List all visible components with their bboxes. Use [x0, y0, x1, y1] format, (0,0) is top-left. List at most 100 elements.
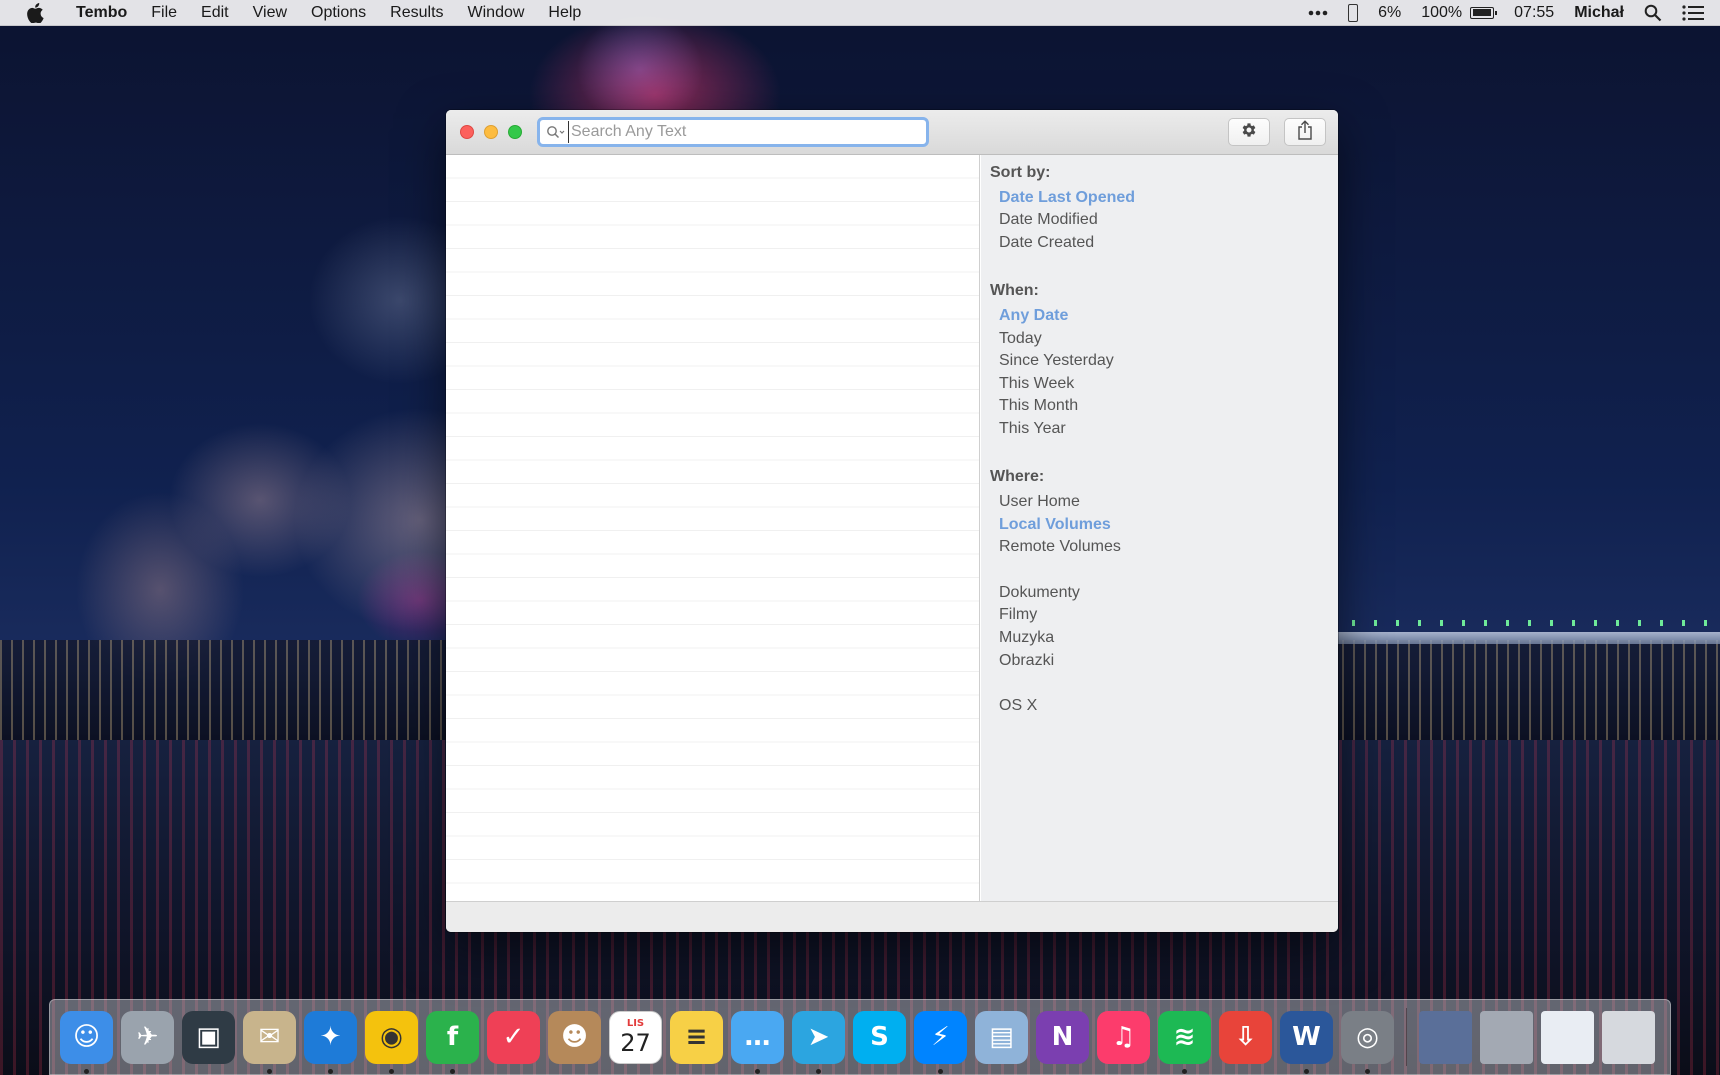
when-option-since-yesterday[interactable]: Since Yesterday — [999, 352, 1114, 370]
search-input[interactable] — [568, 121, 908, 143]
phone-icon[interactable] — [1338, 0, 1368, 26]
running-indicator — [938, 1068, 943, 1074]
sort-option-date-last-opened[interactable]: Date Last Opened — [999, 189, 1135, 207]
sort-option-date-modified[interactable]: Date Modified — [999, 211, 1098, 229]
menu-window[interactable]: Window — [456, 0, 537, 26]
spotlight-search-icon[interactable] — [1634, 0, 1672, 26]
dock-feedly-icon[interactable]: f — [426, 1010, 479, 1074]
dock-contacts-icon[interactable]: ☻ — [548, 1010, 601, 1064]
dock-calendar-icon[interactable]: LIS 27 — [609, 1010, 662, 1064]
menu-file[interactable]: File — [139, 0, 189, 26]
launchpad-glyph: ✈ — [136, 1022, 159, 1052]
where-option-remote-volumes[interactable]: Remote Volumes — [999, 538, 1121, 556]
transmit-glyph: ⇩ — [1234, 1022, 1257, 1052]
running-indicator — [1365, 1068, 1370, 1074]
where-heading: Where: — [990, 468, 1045, 485]
dock: ☺ ✈ ▣ ✉ ✦ ◉ f ✓ ☻ LIS 27 ≡ … ➤ S ⚡ ▤ N ♫ ≋ ⇩ W ◎ — [49, 999, 1671, 1075]
window-minimize-button[interactable] — [484, 125, 498, 139]
share-icon — [1297, 119, 1313, 145]
dock-chrome-icon[interactable]: ◉ — [365, 1010, 418, 1074]
dock-notes-icon[interactable]: ≡ — [670, 1010, 723, 1064]
menu-help[interactable]: Help — [536, 0, 593, 26]
running-indicator — [816, 1068, 821, 1074]
when-option-this-year[interactable]: This Year — [999, 420, 1066, 438]
menu-edit[interactable]: Edit — [189, 0, 241, 26]
pocket-glyph: ✓ — [502, 1022, 525, 1052]
when-option-any-date[interactable]: Any Date — [999, 307, 1068, 325]
dock-photo-booth-icon[interactable]: ▣ — [182, 1010, 235, 1064]
safari-glyph: ✦ — [319, 1022, 342, 1052]
search-icon[interactable] — [546, 123, 568, 141]
window-close-button[interactable] — [460, 125, 474, 139]
dock-pocket-icon[interactable]: ✓ — [487, 1010, 540, 1064]
dock-grab-icon[interactable]: ◎ — [1341, 1010, 1394, 1074]
telegram-glyph: ➤ — [807, 1022, 830, 1052]
messenger-glyph: ⚡ — [931, 1022, 950, 1052]
spotify-glyph: ≋ — [1173, 1022, 1196, 1052]
apple-menu-icon[interactable] — [22, 0, 48, 26]
running-indicator — [450, 1068, 455, 1074]
filter-sidebar: Sort by: Date Last Opened Date Modified … — [981, 155, 1338, 901]
dock-telegram-icon[interactable]: ➤ — [792, 1010, 845, 1074]
dock-transmit-icon[interactable]: ⇩ — [1219, 1010, 1272, 1064]
dock-mail-icon[interactable]: ✉ — [243, 1010, 296, 1074]
where-volume-os-x[interactable]: OS X — [999, 697, 1037, 715]
where-folder-muzyka[interactable]: Muzyka — [999, 629, 1054, 647]
battery-percent[interactable]: 100% — [1411, 0, 1466, 26]
search-field[interactable] — [537, 117, 929, 147]
dock-finder-icon[interactable]: ☺ — [60, 1010, 113, 1074]
dock-itunes-icon[interactable]: ♫ — [1097, 1010, 1150, 1064]
where-option-local-volumes[interactable]: Local Volumes — [999, 516, 1111, 534]
menu-results[interactable]: Results — [378, 0, 455, 26]
when-heading: When: — [990, 282, 1039, 299]
wallpaper-bridge — [1330, 632, 1720, 644]
skype-glyph: S — [870, 1022, 889, 1052]
dock-messenger-icon[interactable]: ⚡ — [914, 1010, 967, 1074]
when-option-today[interactable]: Today — [999, 330, 1042, 348]
menu-view[interactable]: View — [241, 0, 299, 26]
where-folder-obrazki[interactable]: Obrazki — [999, 652, 1054, 670]
dock-separator — [1406, 1008, 1407, 1066]
feedly-glyph: f — [446, 1022, 459, 1052]
dock-skype-icon[interactable]: S — [853, 1010, 906, 1064]
wallpaper-bridge-lights — [1330, 620, 1720, 626]
sort-by-heading: Sort by: — [990, 164, 1051, 181]
window-titlebar[interactable] — [446, 110, 1338, 155]
dock-preview-icon[interactable]: ▤ — [975, 1010, 1028, 1064]
dock-spotify-icon[interactable]: ≋ — [1158, 1010, 1211, 1074]
where-folder-filmy[interactable]: Filmy — [999, 606, 1037, 624]
dock-safari-icon[interactable]: ✦ — [304, 1010, 357, 1074]
clock[interactable]: 07:55 — [1504, 0, 1564, 26]
when-option-this-week[interactable]: This Week — [999, 375, 1074, 393]
dock-stack-photos-icon[interactable] — [1419, 1010, 1472, 1064]
where-option-user-home[interactable]: User Home — [999, 493, 1080, 511]
window-zoom-button[interactable] — [508, 125, 522, 139]
results-list[interactable] — [446, 155, 980, 901]
battery-icon[interactable] — [1466, 0, 1504, 26]
dock-launchpad-icon[interactable]: ✈ — [121, 1010, 174, 1064]
where-folder-dokumenty[interactable]: Dokumenty — [999, 584, 1080, 602]
dock-messages-icon[interactable]: … — [731, 1010, 784, 1074]
running-indicator — [389, 1068, 394, 1074]
mail-glyph: ✉ — [258, 1022, 281, 1052]
dock-onenote-icon[interactable]: N — [1036, 1010, 1089, 1064]
running-indicator — [755, 1068, 760, 1074]
menu-app-name[interactable]: Tembo — [64, 0, 139, 26]
menu-bar: Tembo File Edit View Options Results Win… — [0, 0, 1720, 26]
dock-stack-documents-icon[interactable] — [1541, 1010, 1594, 1064]
share-button[interactable] — [1284, 118, 1326, 146]
contacts-glyph: ☻ — [560, 1022, 589, 1052]
when-option-this-month[interactable]: This Month — [999, 397, 1078, 415]
notification-center-icon[interactable] — [1672, 0, 1720, 26]
menu-options[interactable]: Options — [299, 0, 378, 26]
grab-glyph: ◎ — [1356, 1022, 1379, 1052]
window-bottom-bar — [446, 901, 1338, 932]
phone-battery-percent[interactable]: 6% — [1368, 0, 1411, 26]
dock-stack-people-icon[interactable] — [1480, 1010, 1533, 1064]
dock-trash-icon[interactable] — [1602, 1010, 1655, 1064]
dock-word-icon[interactable]: W — [1280, 1010, 1333, 1074]
settings-button[interactable] — [1228, 118, 1270, 146]
sort-option-date-created[interactable]: Date Created — [999, 234, 1094, 252]
user-name[interactable]: Michał — [1564, 0, 1634, 26]
more-dots-icon[interactable] — [1298, 0, 1338, 26]
